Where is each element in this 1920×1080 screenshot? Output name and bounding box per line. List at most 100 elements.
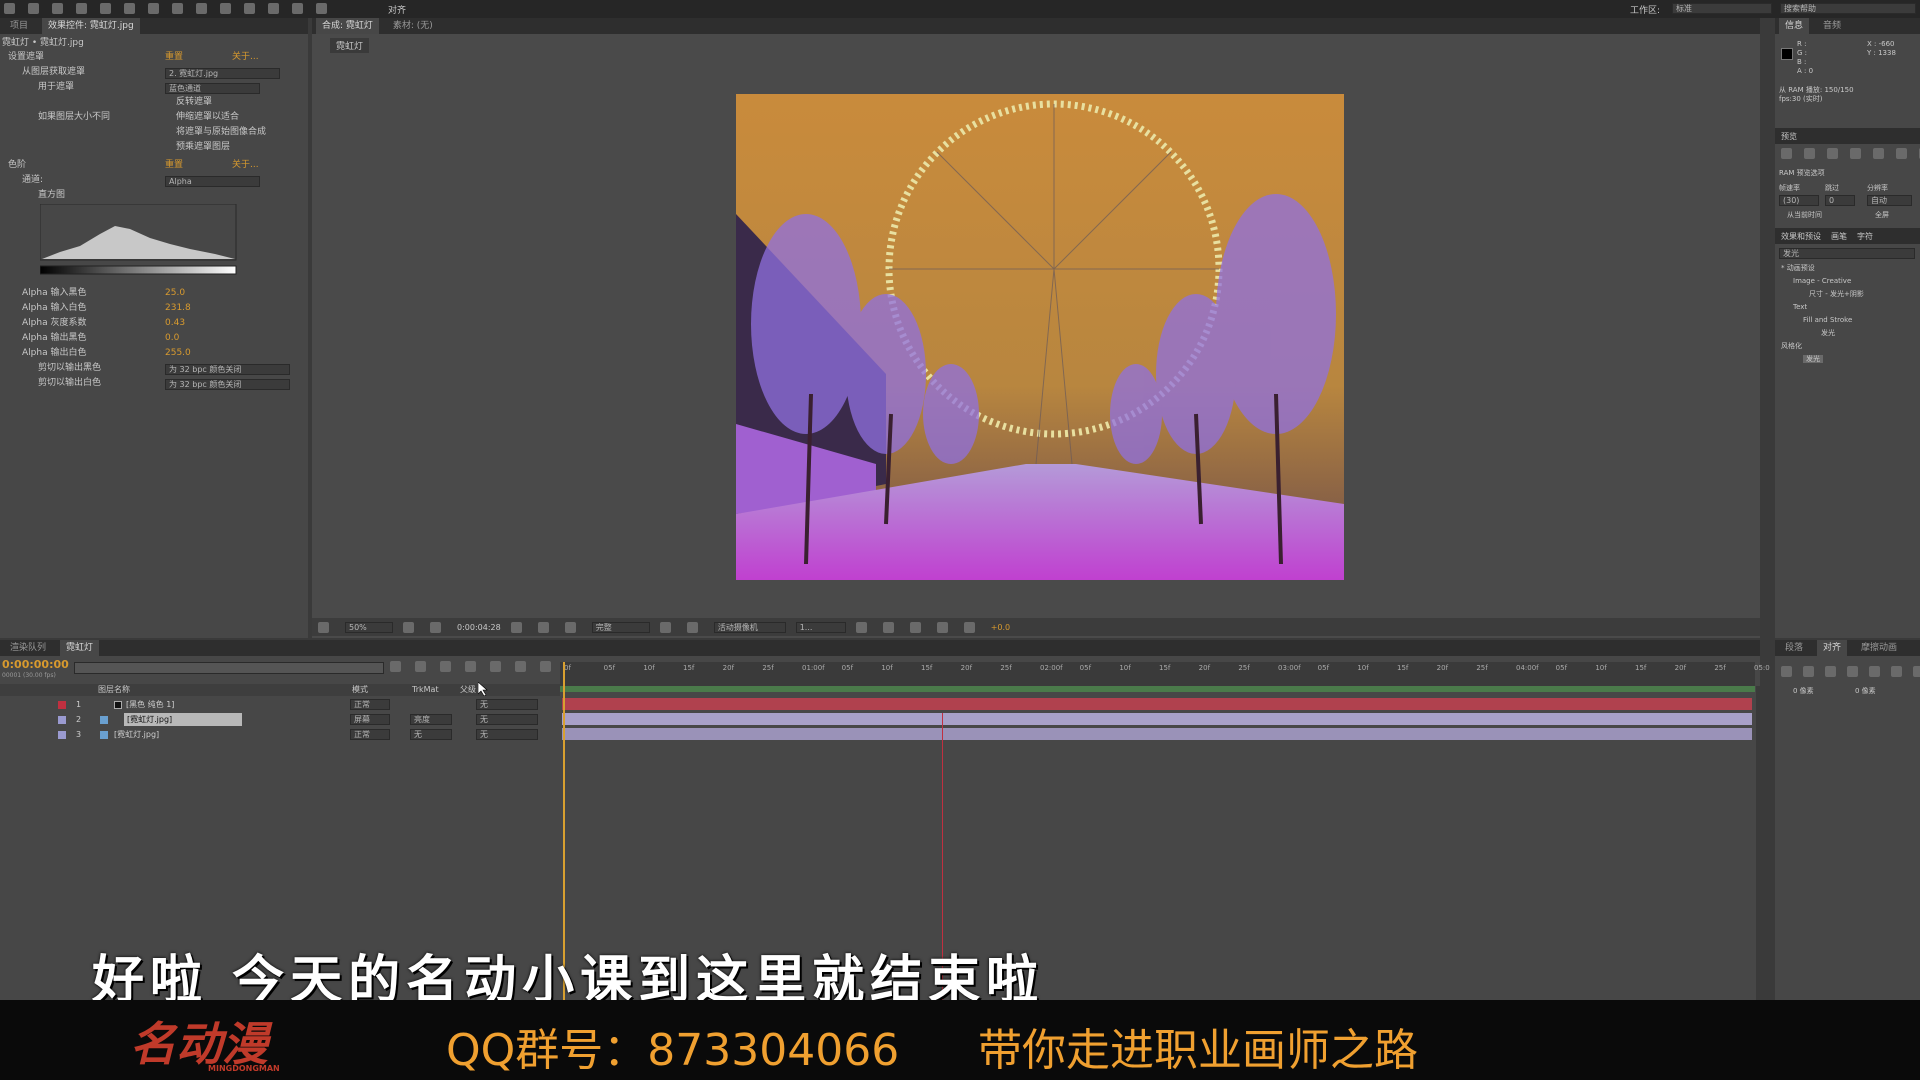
tab-paragraph[interactable]: 段落 [1779, 640, 1809, 656]
brainstorm-icon[interactable] [540, 661, 551, 672]
selection-tool-icon[interactable] [4, 3, 15, 14]
camera-select[interactable]: 活动摄像机 [713, 621, 786, 633]
view-layout-select[interactable]: 1... [795, 621, 846, 633]
time-ruler[interactable]: 0f 05f 10f 15f 20f 25f 01:00f 05f 10f 15f 20f 25f 02… [560, 662, 1770, 686]
tab-preview[interactable]: 预览 [1775, 128, 1920, 144]
always-preview-icon[interactable] [318, 621, 329, 633]
mode-select[interactable]: 屏幕 [350, 714, 390, 725]
pen-tool-icon[interactable] [172, 3, 183, 14]
workspace-select[interactable]: 标准 [1672, 3, 1772, 14]
frame-blend-icon[interactable] [465, 661, 476, 672]
parent-select[interactable]: 无 [476, 699, 538, 710]
rotate-tool-icon[interactable] [76, 3, 87, 14]
clone-tool-icon[interactable] [244, 3, 255, 14]
camera-tool-icon[interactable] [100, 3, 111, 14]
zoom-tool-icon[interactable] [52, 3, 63, 14]
layer-bar-3[interactable] [562, 728, 1752, 740]
prev-frame-icon[interactable] [1804, 148, 1815, 159]
tree-item[interactable]: 尺寸 - 发光+阴影 [1781, 288, 1864, 301]
justify-left-icon[interactable] [1847, 666, 1858, 677]
play-icon[interactable] [1827, 148, 1838, 159]
col-mode[interactable]: 模式 [352, 684, 368, 696]
brush-tool-icon[interactable] [220, 3, 231, 14]
from-current-checkbox[interactable]: 从当前时间 [1787, 210, 1822, 220]
hand-tool-icon[interactable] [28, 3, 39, 14]
trkmat-select[interactable]: 无 [410, 729, 452, 740]
layer-row[interactable]: 1 [黑色 纯色 1] 正常 无 [0, 698, 560, 711]
rectangle-tool-icon[interactable] [148, 3, 159, 14]
fx-set-matte[interactable]: 设置遮罩 [8, 50, 44, 64]
tree-item-selected[interactable]: 发光 [1803, 355, 1823, 363]
fullscreen-checkbox[interactable]: 全屏 [1875, 210, 1889, 220]
layer-name[interactable]: [黑色 纯色 1] [126, 698, 174, 711]
framerate-select[interactable]: (30) [1779, 195, 1819, 206]
roto-tool-icon[interactable] [292, 3, 303, 14]
reset-link[interactable]: 重置 [165, 50, 183, 64]
audio-icon[interactable] [1896, 148, 1907, 159]
layer-row[interactable]: 2 [霓虹灯.jpg] 屏幕 亮度 无 [0, 713, 560, 726]
comp-mini-flowchart-icon[interactable] [390, 661, 401, 672]
timeline-timecode[interactable]: 0:00:00:00 [2, 658, 69, 671]
work-area-bar[interactable] [560, 686, 1755, 692]
param-value[interactable]: 0.43 [165, 316, 185, 330]
tab-wiggler[interactable]: 摩擦动画 [1855, 640, 1903, 656]
mode-select[interactable]: 正常 [350, 729, 390, 740]
timeline-scrollbar[interactable] [1756, 686, 1762, 1000]
tree-item[interactable]: Fill and Stroke [1781, 314, 1864, 327]
col-trkmat[interactable]: TrkMat [412, 684, 439, 696]
timeline-icon[interactable] [909, 621, 921, 633]
search-help-input[interactable]: 搜索帮助 [1780, 3, 1916, 14]
tree-item[interactable]: Text [1781, 301, 1864, 314]
about-link[interactable]: 关于... [232, 50, 259, 64]
param-value[interactable]: 231.8 [165, 301, 191, 315]
ram-options[interactable]: RAM 预览选项 [1779, 168, 1825, 178]
timeline-search-input[interactable] [74, 662, 384, 674]
flowchart-icon[interactable] [936, 621, 948, 633]
tab-audio[interactable]: 音频 [1817, 18, 1847, 34]
fast-previews-icon[interactable] [882, 621, 894, 633]
stretch-checkbox[interactable]: 伸缩遮罩以适合 [176, 110, 239, 124]
about-link[interactable]: 关于... [232, 158, 259, 172]
effects-search-input[interactable]: 发光 [1779, 248, 1915, 259]
next-frame-icon[interactable] [1850, 148, 1861, 159]
space-value[interactable]: 0 像素 [1855, 686, 1876, 696]
param-value[interactable]: 0.0 [165, 331, 179, 345]
tab-comp-timeline[interactable]: 霓虹灯 [60, 640, 100, 656]
draft-3d-icon[interactable] [415, 661, 426, 672]
parent-select[interactable]: 无 [476, 714, 538, 725]
indent-value[interactable]: 0 像素 [1793, 686, 1814, 696]
tree-item[interactable]: 发光 [1781, 327, 1864, 340]
param-value[interactable]: 25.0 [165, 286, 185, 300]
invert-checkbox[interactable]: 反转遮罩 [176, 95, 212, 109]
tab-effect-controls[interactable]: 效果控件: 霓虹灯.jpg [42, 18, 140, 34]
text-tool-icon[interactable] [196, 3, 207, 14]
justify-all-icon[interactable] [1913, 666, 1920, 677]
trkmat-select[interactable]: 亮度 [410, 714, 452, 725]
align-left-icon[interactable] [1781, 666, 1792, 677]
layer-row[interactable]: 3 [霓虹灯.jpg] 正常 无 无 [0, 728, 560, 741]
first-frame-icon[interactable] [1781, 148, 1792, 159]
layer-bar-1[interactable] [562, 698, 1752, 710]
graph-editor-icon[interactable] [515, 661, 526, 672]
region-of-interest-icon[interactable] [659, 621, 671, 633]
channel-icon[interactable] [564, 621, 576, 633]
comp-image-viewer[interactable] [736, 94, 1344, 580]
transparency-grid-icon[interactable] [686, 621, 698, 633]
zoom-select[interactable]: 50% [345, 621, 393, 633]
comp-breadcrumb[interactable]: 霓虹灯 [330, 38, 370, 53]
composite-checkbox[interactable]: 将遮罩与原始图像合成 [176, 125, 266, 139]
exposure-value[interactable]: +0.0 [991, 623, 1010, 632]
tree-item[interactable]: 风格化 [1781, 340, 1864, 353]
show-snapshot-icon[interactable] [537, 621, 549, 633]
mode-select[interactable]: 正常 [350, 699, 390, 710]
label-color[interactable] [58, 701, 66, 709]
col-layer-name[interactable]: 图层名称 [98, 684, 130, 696]
skip-select[interactable]: 0 [1825, 195, 1855, 206]
clip-white-select[interactable]: 为 32 bpc 颜色关闭 [165, 379, 290, 390]
clip-black-select[interactable]: 为 32 bpc 颜色关闭 [165, 364, 290, 375]
get-mask-from-select[interactable]: 2. 霓虹灯.jpg [165, 68, 280, 79]
tab-brush[interactable]: 画笔 [1831, 231, 1847, 241]
layer-name[interactable]: [霓虹灯.jpg] [114, 728, 159, 741]
tree-item[interactable]: Image - Creative [1781, 275, 1864, 288]
use-for-select[interactable]: 蓝色通道 [165, 83, 260, 94]
